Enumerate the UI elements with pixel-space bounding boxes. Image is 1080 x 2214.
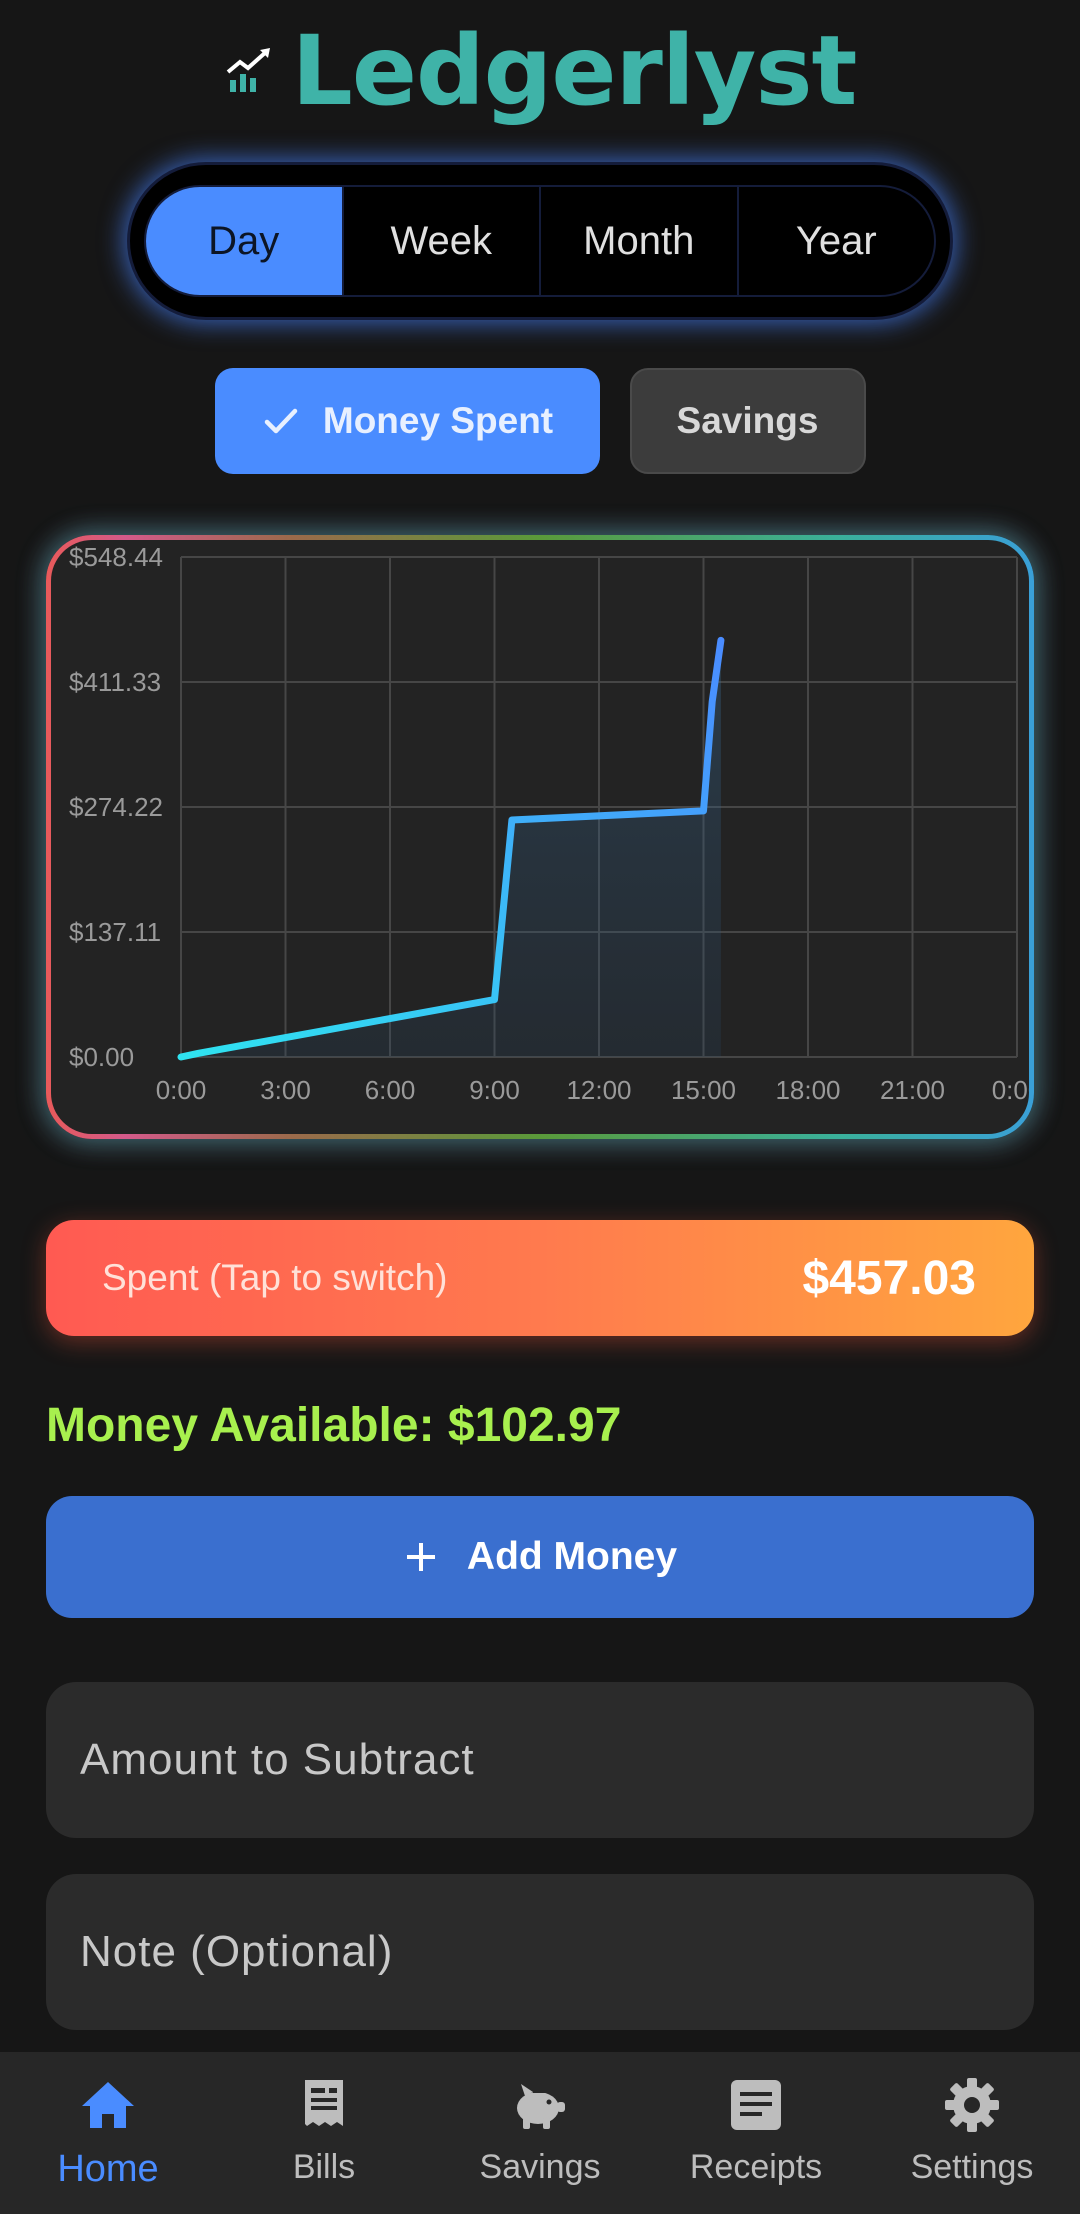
- app-title: Ledgerlyst: [291, 15, 858, 127]
- y-tick-label: $548.44: [69, 542, 163, 572]
- add-money-label: Add Money: [466, 1535, 678, 1578]
- receipt-icon: [731, 2080, 781, 2130]
- chart-trending-up-icon: [226, 48, 270, 92]
- nav-bills-label: Bills: [292, 2148, 356, 2186]
- money-spent-chip[interactable]: Money Spent: [214, 368, 600, 474]
- nav-savings[interactable]: Savings: [432, 2052, 648, 2214]
- check-icon: [264, 408, 298, 434]
- spending-area: [181, 640, 721, 1057]
- y-tick-label: $274.22: [69, 792, 163, 822]
- nav-settings[interactable]: Settings: [864, 2052, 1080, 2214]
- money-available-text: Money Available: $102.97: [46, 1399, 622, 1452]
- x-tick-label: 6:00: [365, 1075, 416, 1105]
- spending-chart-card: $0.00 $137.11 $274.22 $411.33 $548.44 0:00 3:0…: [46, 535, 1034, 1139]
- plus-icon: [406, 1543, 435, 1571]
- x-tick-label: 15:00: [671, 1075, 736, 1105]
- summary-label: Spent (Tap to switch): [102, 1257, 448, 1298]
- summary-value: $457.03: [802, 1251, 976, 1305]
- nav-receipts[interactable]: Receipts: [648, 2052, 864, 2214]
- nav-settings-label: Settings: [910, 2148, 1034, 2186]
- x-tick-label: 21:00: [880, 1075, 945, 1105]
- x-tick-label: 0:00: [992, 1075, 1029, 1105]
- nav-receipts-label: Receipts: [689, 2148, 823, 2186]
- spending-chart: $0.00 $137.11 $274.22 $411.33 $548.44 0:00 3:0…: [69, 542, 1029, 1105]
- y-tick-label: $137.11: [69, 917, 161, 947]
- note-input[interactable]: Note (Optional): [46, 1874, 1034, 2030]
- tab-day[interactable]: Day: [146, 187, 342, 295]
- nav-savings-label: Savings: [479, 2148, 601, 2186]
- x-tick-label: 12:00: [566, 1075, 631, 1105]
- x-tick-label: 9:00: [469, 1075, 520, 1105]
- bottom-nav: Home Bills Savings Receipts Settings: [0, 2052, 1080, 2214]
- nav-home-label: Home: [57, 2148, 159, 2190]
- nav-home[interactable]: Home: [0, 2052, 216, 2214]
- spent-summary-button[interactable]: Spent (Tap to switch) $457.03: [46, 1220, 1034, 1336]
- money-spent-label: Money Spent: [322, 400, 554, 441]
- y-tick-label: $0.00: [69, 1042, 134, 1072]
- mode-toggle: Money Spent Savings: [0, 368, 1080, 474]
- period-selector: Day Week Month Year: [127, 162, 953, 320]
- home-icon: [82, 2082, 134, 2128]
- tab-month[interactable]: Month: [539, 187, 737, 295]
- amount-placeholder: Amount to Subtract: [80, 1735, 475, 1784]
- amount-to-subtract-input[interactable]: Amount to Subtract: [46, 1682, 1034, 1838]
- bills-icon: [305, 2080, 343, 2126]
- nav-bills[interactable]: Bills: [216, 2052, 432, 2214]
- savings-label: Savings: [676, 400, 819, 441]
- note-placeholder: Note (Optional): [80, 1927, 394, 1976]
- app-header: Ledgerlyst: [0, 16, 1080, 126]
- y-tick-label: $411.33: [69, 667, 161, 697]
- chart-area: $0.00 $137.11 $274.22 $411.33 $548.44 0:00 3:0…: [51, 540, 1029, 1134]
- piggy-bank-icon: [517, 2084, 565, 2129]
- savings-chip[interactable]: Savings: [629, 368, 866, 474]
- gear-icon: [945, 2078, 999, 2132]
- x-tick-label: 0:00: [156, 1075, 207, 1105]
- tab-week[interactable]: Week: [341, 187, 540, 295]
- tab-year[interactable]: Year: [736, 187, 935, 295]
- x-tick-label: 3:00: [260, 1075, 311, 1105]
- x-tick-label: 18:00: [775, 1075, 840, 1105]
- add-money-button[interactable]: Add Money: [46, 1496, 1034, 1618]
